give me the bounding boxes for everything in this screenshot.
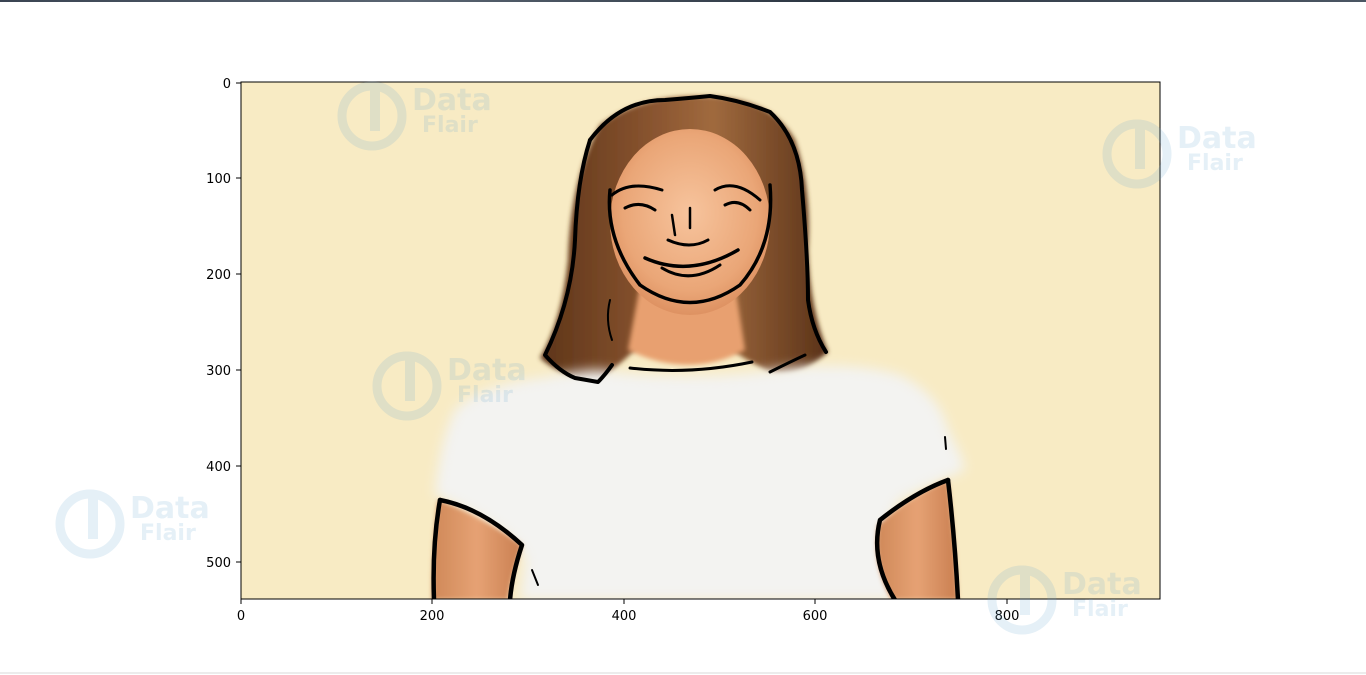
y-tick-label: 0 [223, 77, 231, 92]
watermark-text: Flair [140, 521, 196, 546]
x-tick-label: 200 [420, 609, 445, 624]
y-axis: 0 100 200 300 400 500 [206, 77, 241, 571]
watermark-text: Flair [1187, 151, 1243, 176]
x-tick-label: 600 [803, 609, 828, 624]
watermark-logo-bar [88, 494, 98, 539]
watermark-logo-bar [1020, 570, 1030, 615]
watermark-logo-bar [370, 86, 380, 131]
x-axis: 0 200 400 600 800 [237, 599, 1019, 624]
y-tick-label: 400 [206, 460, 231, 475]
cartoon-image [241, 82, 1160, 599]
y-tick-label: 100 [206, 172, 231, 187]
watermark-text: Flair [422, 113, 478, 138]
figure: 0 100 200 300 400 500 0 200 400 600 800 … [55, 77, 1257, 635]
y-tick-label: 300 [206, 364, 231, 379]
watermark-text: Flair [457, 383, 513, 408]
y-tick-label: 200 [206, 268, 231, 283]
bottom-divider [0, 672, 1366, 674]
watermark-logo-bar [405, 356, 415, 401]
x-tick-label: 0 [237, 609, 245, 624]
y-tick-label: 500 [206, 556, 231, 571]
x-tick-label: 400 [612, 609, 637, 624]
watermark-logo-bar [1135, 124, 1145, 169]
watermark-text: Flair [1072, 597, 1128, 622]
